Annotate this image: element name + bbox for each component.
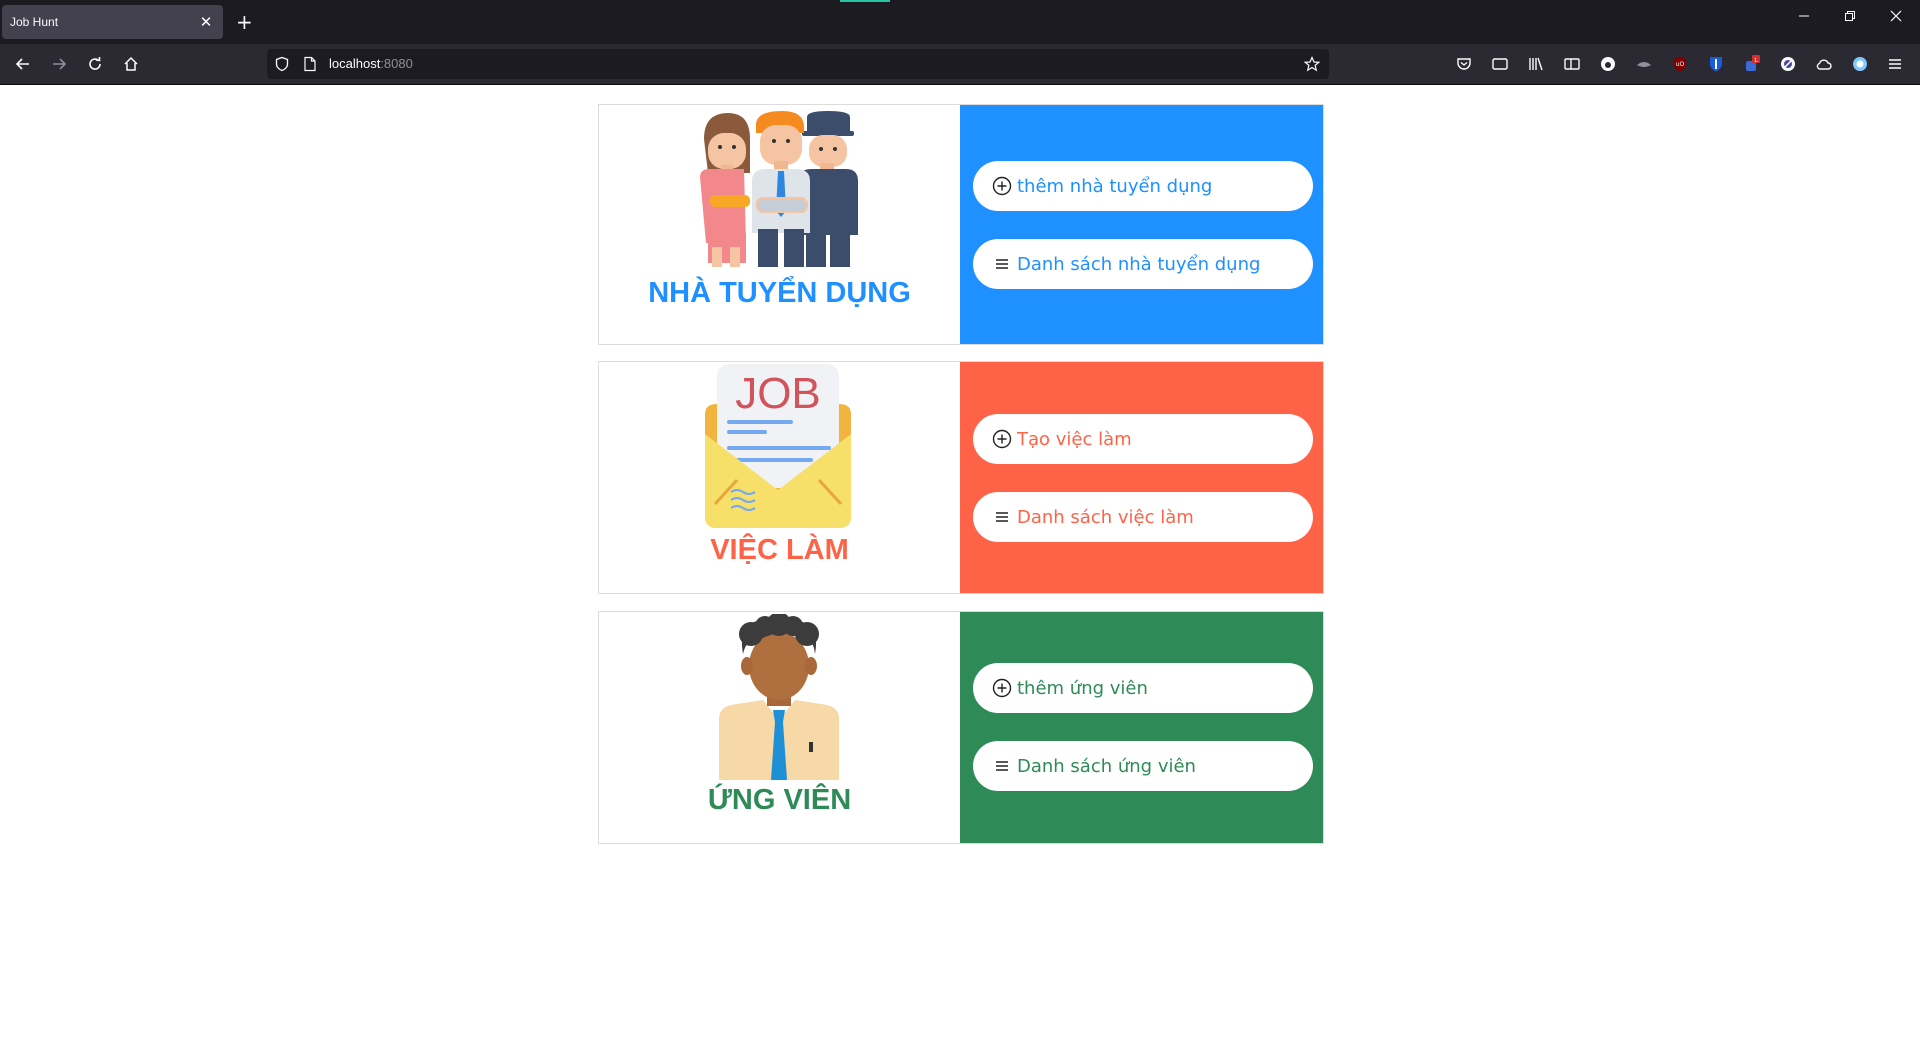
job-card-left: JOB VIỆC LÀM (599, 362, 960, 593)
recruiter-card: NHÀ TUYỂN DỤNG thêm nhà tuyển dụng Danh … (598, 104, 1324, 345)
url-host: localhost (329, 56, 381, 71)
back-button[interactable] (11, 52, 35, 76)
add-candidate-label: thêm ứng viên (1017, 677, 1148, 699)
close-tab-icon[interactable]: ✕ (197, 13, 215, 31)
candidate-card-left: ỨNG VIÊN (599, 612, 960, 843)
tab-strip: Job Hunt ✕ + (0, 0, 1920, 44)
ublock-icon[interactable]: uO (1671, 55, 1689, 73)
close-window-button[interactable] (1886, 10, 1906, 26)
new-tab-button[interactable]: + (236, 10, 253, 34)
candidate-list-label: Danh sách ứng viên (1017, 755, 1196, 777)
forward-button[interactable] (47, 52, 71, 76)
sidebar-icon[interactable] (1563, 55, 1581, 73)
reload-icon (89, 57, 101, 70)
job-list-label: Danh sách việc làm (1017, 506, 1194, 528)
library-icon[interactable] (1527, 55, 1545, 73)
list-icon (992, 756, 1012, 776)
pocket-icon[interactable] (1455, 55, 1473, 73)
job-envelope-icon: JOB (705, 364, 851, 528)
restore-window-button[interactable] (1840, 10, 1860, 26)
candidate-card-title: ỨNG VIÊN (707, 784, 852, 816)
compass-extension-icon[interactable] (1779, 55, 1797, 73)
candidate-list-button[interactable]: Danh sách ứng viên (973, 741, 1313, 791)
plus-circle-icon (992, 176, 1012, 196)
url-port: :8080 (380, 56, 413, 71)
forward-arrow-icon (53, 58, 67, 70)
create-job-label: Tạo việc làm (1017, 428, 1132, 450)
page-icon (304, 56, 316, 72)
container-tab-icon[interactable] (1491, 55, 1509, 73)
recruiter-list-button[interactable]: Danh sách nhà tuyển dụng (973, 239, 1313, 289)
candidate-card: ỨNG VIÊN thêm ứng viên Danh sách ứng viê… (598, 611, 1324, 844)
shield-icon[interactable] (274, 56, 290, 72)
svg-text:uO: uO (1676, 61, 1685, 68)
home-icon (124, 56, 138, 71)
add-recruiter-button[interactable]: thêm nhà tuyển dụng (973, 161, 1313, 211)
candidate-person-icon (719, 614, 839, 780)
recruiters-people-icon (700, 111, 858, 267)
hamburger-menu-icon[interactable] (1886, 55, 1904, 73)
recruiter-action-panel: thêm nhà tuyển dụng Danh sách nhà tuyển … (960, 105, 1323, 344)
job-action-panel: Tạo việc làm Danh sách việc làm (960, 362, 1323, 593)
url-bar[interactable]: localhost:8080 (267, 49, 1329, 79)
recruiter-list-label: Danh sách nhà tuyển dụng (1017, 253, 1261, 275)
reload-button[interactable] (83, 52, 107, 76)
list-icon (992, 254, 1012, 274)
tab-job-hunt[interactable]: Job Hunt ✕ (2, 5, 223, 39)
add-recruiter-label: thêm nhà tuyển dụng (1017, 175, 1213, 197)
plus-circle-icon (992, 429, 1012, 449)
job-card-title: VIỆC LÀM (710, 534, 849, 566)
bitwarden-icon[interactable] (1707, 55, 1725, 73)
github-extension-icon[interactable] (1599, 55, 1617, 73)
language-extension-icon[interactable]: L (1743, 55, 1761, 73)
candidate-action-panel: thêm ứng viên Danh sách ứng viên (960, 612, 1323, 843)
url-text: localhost:8080 (329, 56, 413, 71)
list-icon (992, 507, 1012, 527)
bookmark-star-icon[interactable] (1304, 56, 1320, 72)
plus-circle-icon (992, 678, 1012, 698)
tab-title: Job Hunt (10, 15, 59, 29)
home-button[interactable] (119, 52, 143, 76)
recruiter-card-left: NHÀ TUYỂN DỤNG (599, 105, 960, 344)
navigation-toolbar: localhost:8080 uO L (0, 44, 1920, 85)
recruiter-card-title: NHÀ TUYỂN DỤNG (648, 277, 911, 309)
incognito-extension-icon[interactable] (1635, 55, 1653, 73)
add-candidate-button[interactable]: thêm ứng viên (973, 663, 1313, 713)
cloud-icon[interactable] (1815, 55, 1833, 73)
tab-strip-accent (840, 0, 890, 2)
job-illustration-text: JOB (735, 369, 821, 418)
create-job-button[interactable]: Tạo việc làm (973, 414, 1313, 464)
profile-extension-icon[interactable] (1851, 55, 1869, 73)
job-card: JOB VIỆC LÀM Tạo việc làm Danh sách việc… (598, 361, 1324, 594)
minimize-window-button[interactable] (1794, 10, 1814, 26)
back-arrow-icon (15, 58, 29, 70)
job-list-button[interactable]: Danh sách việc làm (973, 492, 1313, 542)
page-content: NHÀ TUYỂN DỤNG thêm nhà tuyển dụng Danh … (0, 86, 1920, 1040)
